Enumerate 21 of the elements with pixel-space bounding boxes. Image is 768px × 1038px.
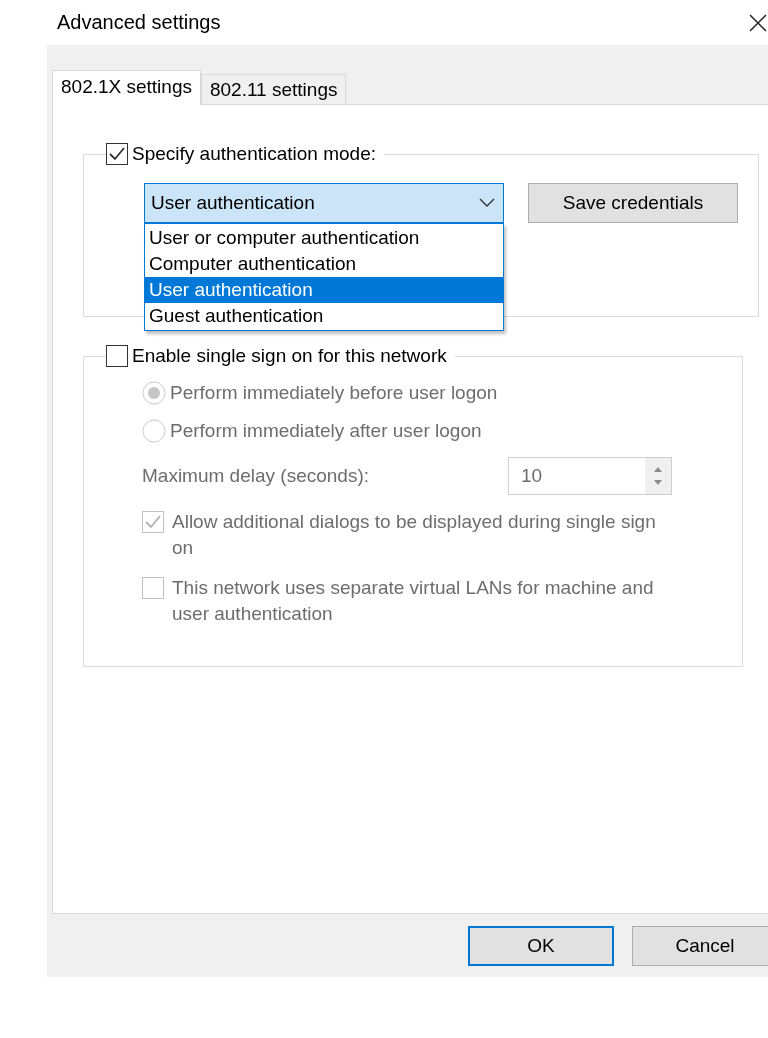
checkbox-label: This network uses separate virtual LANs for machine and user authentication	[172, 576, 655, 626]
checkbox-label: Allow additional dialogs to be displayed during single sign on	[172, 510, 657, 560]
dialog-button[interactable]: OK	[468, 926, 614, 966]
checkbox-label: Specify authentication mode:	[132, 143, 376, 165]
radio-label: Perform immediately after user logon	[170, 420, 482, 442]
radio-label: Perform immediately before user logon	[170, 382, 498, 404]
dropdown-option[interactable]: User or computer authentication	[145, 225, 503, 251]
window-title: Advanced settings	[57, 11, 221, 34]
dropdown-option[interactable]: Guest authentication	[145, 303, 503, 329]
dialog-button[interactable]: Cancel	[632, 926, 768, 966]
field-label: Maximum delay (seconds):	[142, 465, 370, 487]
checkbox-label: Enable single sign on for this network	[132, 345, 447, 367]
close-icon[interactable]	[748, 12, 768, 33]
dropdown-option[interactable]: User authentication	[145, 277, 503, 303]
mode-dropdown[interactable]: User authentication	[144, 183, 504, 223]
caret-icon	[479, 198, 495, 208]
checkbox[interactable]	[106, 143, 128, 165]
dropdown-option[interactable]: Computer authentication	[145, 251, 503, 277]
save-credentials-button[interactable]: Save credentials	[528, 183, 738, 223]
tab[interactable]: 802.11 settings	[201, 74, 347, 104]
tab[interactable]: 802.1X settings	[52, 70, 201, 105]
